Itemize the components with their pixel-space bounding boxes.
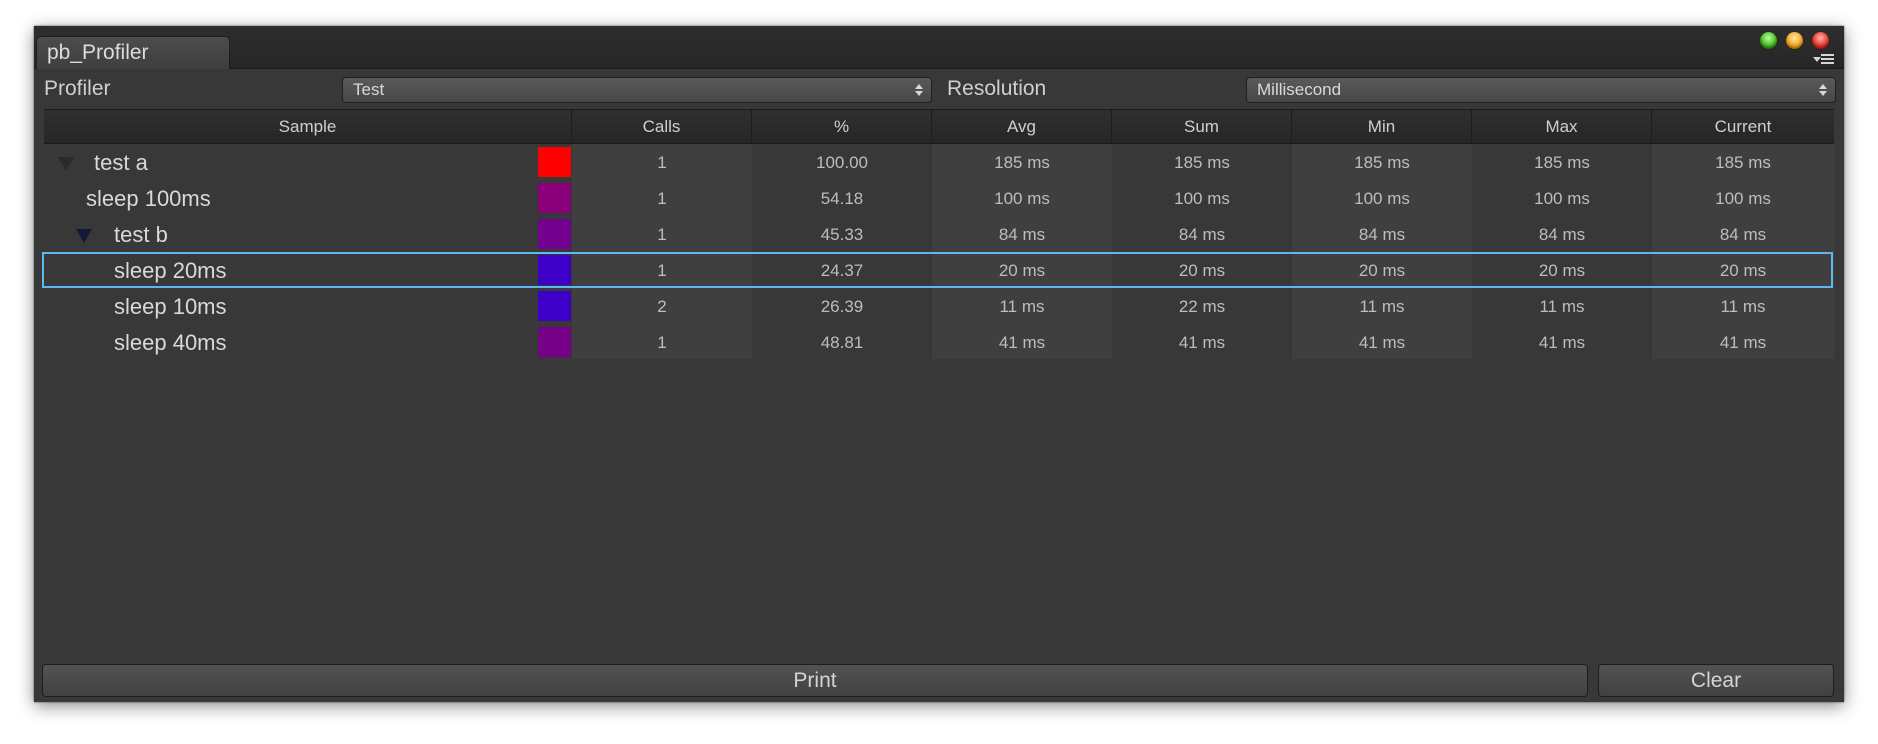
minimize-icon[interactable]: [1786, 32, 1803, 49]
avg-cell: 100 ms: [994, 189, 1050, 208]
color-swatch: [538, 147, 571, 177]
table-header: Sample Calls % Avg Sum Min Max Current: [44, 109, 1834, 144]
current-cell: 11 ms: [1720, 297, 1766, 316]
column-header-percent[interactable]: %: [752, 110, 932, 143]
color-swatch: [538, 219, 571, 249]
column-header-max[interactable]: Max: [1472, 110, 1652, 143]
table-row[interactable]: sleep 10ms 2 26.39 11 ms 22 ms 11 ms 11 …: [44, 288, 1834, 324]
color-swatch: [538, 291, 571, 321]
tab-strip: pb_Profiler: [34, 26, 1844, 69]
max-cell: 84 ms: [1538, 225, 1586, 244]
dropdown-arrows-icon: [915, 82, 923, 98]
table-row[interactable]: test b 1 45.33 84 ms 84 ms 84 ms 84 ms 8…: [44, 216, 1834, 252]
maximize-icon[interactable]: [1760, 32, 1777, 49]
profiler-dropdown-value: Test: [353, 80, 385, 99]
avg-cell: 84 ms: [998, 225, 1046, 244]
color-swatch: [538, 183, 571, 213]
profiler-window: pb_Profiler Profiler Test Resolution Mil…: [34, 26, 1844, 702]
resolution-label: Resolution: [947, 77, 1047, 100]
column-header-sum[interactable]: Sum: [1112, 110, 1292, 143]
table-row[interactable]: sleep 100ms 1 54.18 100 ms 100 ms 100 ms…: [44, 180, 1834, 216]
percent-cell: 48.81: [820, 333, 864, 352]
percent-cell: 54.18: [820, 189, 864, 208]
max-cell: 20 ms: [1538, 261, 1586, 280]
close-icon[interactable]: [1812, 32, 1829, 49]
color-swatch: [538, 327, 571, 357]
max-cell: 41 ms: [1538, 333, 1586, 352]
resolution-dropdown[interactable]: Millisecond: [1246, 77, 1836, 103]
dropdown-arrows-icon: [1819, 82, 1827, 98]
min-cell: 41 ms: [1358, 333, 1406, 352]
expand-arrow-icon[interactable]: [58, 157, 74, 171]
percent-cell: 45.33: [820, 225, 864, 244]
max-cell: 185 ms: [1534, 153, 1590, 172]
calls-cell: 1: [657, 333, 667, 352]
profiler-dropdown[interactable]: Test: [342, 77, 932, 103]
sample-name: sleep 20ms: [114, 258, 227, 283]
min-cell: 20 ms: [1358, 261, 1406, 280]
sample-name: sleep 10ms: [114, 294, 227, 319]
sum-cell: 185 ms: [1174, 153, 1230, 172]
expand-arrow-icon[interactable]: [76, 229, 92, 243]
table-row[interactable]: test a 1 100.00 185 ms 185 ms 185 ms 185…: [44, 144, 1834, 180]
resolution-dropdown-value: Millisecond: [1257, 80, 1342, 99]
clear-button[interactable]: Clear: [1598, 664, 1834, 697]
current-cell: 20 ms: [1719, 261, 1767, 280]
column-header-min[interactable]: Min: [1292, 110, 1472, 143]
sum-cell: 41 ms: [1178, 333, 1226, 352]
avg-cell: 11 ms: [999, 297, 1045, 316]
toolbar: Profiler Test Resolution Millisecond: [34, 69, 1844, 109]
sample-name: sleep 100ms: [86, 186, 211, 211]
column-header-current[interactable]: Current: [1652, 110, 1834, 143]
calls-cell: 2: [657, 297, 667, 316]
tab-pb-profiler[interactable]: pb_Profiler: [36, 36, 230, 69]
calls-cell: 1: [657, 261, 667, 280]
profiler-label: Profiler: [44, 77, 111, 100]
table-row-selected[interactable]: sleep 20ms 1 24.37 20 ms 20 ms 20 ms 20 …: [42, 252, 1834, 288]
min-cell: 185 ms: [1354, 153, 1410, 172]
current-cell: 185 ms: [1715, 153, 1771, 172]
print-button[interactable]: Print: [42, 664, 1588, 697]
table-row[interactable]: sleep 40ms 1 48.81 41 ms 41 ms 41 ms 41 …: [44, 324, 1834, 360]
avg-cell: 41 ms: [998, 333, 1046, 352]
current-cell: 100 ms: [1715, 189, 1771, 208]
sample-name: test a: [94, 150, 148, 175]
sum-cell: 20 ms: [1178, 261, 1226, 280]
percent-cell: 100.00: [816, 153, 868, 172]
avg-cell: 20 ms: [998, 261, 1046, 280]
calls-cell: 1: [657, 153, 667, 172]
column-header-avg[interactable]: Avg: [932, 110, 1112, 143]
max-cell: 11 ms: [1539, 297, 1585, 316]
min-cell: 100 ms: [1354, 189, 1410, 208]
current-cell: 41 ms: [1719, 333, 1767, 352]
sample-name: sleep 40ms: [114, 330, 227, 355]
window-menu-icon[interactable]: [1810, 54, 1834, 66]
percent-cell: 26.39: [820, 297, 864, 316]
current-cell: 84 ms: [1719, 225, 1767, 244]
percent-cell: 24.37: [820, 261, 864, 280]
sample-name: test b: [114, 222, 168, 247]
calls-cell: 1: [657, 225, 667, 244]
calls-cell: 1: [657, 189, 667, 208]
color-swatch: [538, 255, 571, 285]
column-header-calls[interactable]: Calls: [572, 110, 752, 143]
min-cell: 84 ms: [1358, 225, 1406, 244]
max-cell: 100 ms: [1534, 189, 1590, 208]
min-cell: 11 ms: [1359, 297, 1405, 316]
sum-cell: 84 ms: [1178, 225, 1226, 244]
column-header-sample[interactable]: Sample: [44, 110, 572, 143]
sum-cell: 22 ms: [1178, 297, 1226, 316]
sum-cell: 100 ms: [1174, 189, 1230, 208]
avg-cell: 185 ms: [994, 153, 1050, 172]
